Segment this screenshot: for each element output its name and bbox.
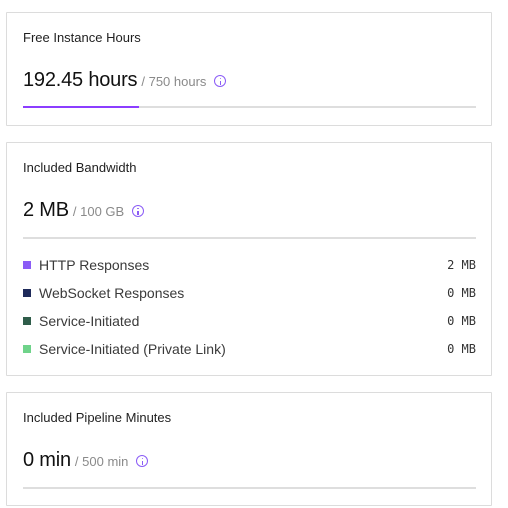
instance-hours-title: Free Instance Hours [23, 30, 141, 45]
legend-label: WebSocket Responses [39, 285, 185, 301]
instance-hours-progress-fill [23, 106, 140, 108]
instance-hours-card: Free Instance Hours 192.45 hours / 750 h… [6, 12, 492, 126]
instance-hours-metric: 192.45 hours / 750 hours [23, 69, 227, 92]
instance-hours-progress [23, 106, 476, 108]
legend-item-http: HTTP Responses 2 MB [23, 257, 476, 273]
private-link-swatch [23, 345, 31, 353]
bandwidth-metric: 2 MB / 100 GB [23, 199, 145, 222]
info-icon[interactable] [214, 75, 227, 87]
pipeline-used: 0 min [23, 449, 71, 471]
legend-value: 0 MB [447, 286, 476, 300]
pipeline-card: Included Pipeline Minutes 0 min / 500 mi… [6, 392, 492, 506]
legend-item-private-link: Service-Initiated (Private Link) 0 MB [23, 341, 476, 357]
service-initiated-swatch [23, 317, 31, 325]
bandwidth-limit: / 100 GB [72, 204, 125, 219]
legend-item-websocket: WebSocket Responses 0 MB [23, 285, 476, 301]
bandwidth-used: 2 MB [23, 199, 69, 221]
legend-label: Service-Initiated [39, 313, 140, 329]
bandwidth-card: Included Bandwidth 2 MB / 100 GB HTTP Re… [6, 142, 492, 376]
websocket-swatch [23, 289, 31, 297]
pipeline-limit: / 500 min [74, 454, 129, 469]
bandwidth-title: Included Bandwidth [23, 160, 137, 175]
info-icon[interactable] [132, 205, 145, 217]
instance-hours-limit: / 750 hours [141, 74, 207, 89]
bandwidth-divider [23, 237, 476, 239]
instance-hours-used: 192.45 hours [23, 69, 138, 91]
legend-label: HTTP Responses [39, 257, 150, 273]
legend-value: 0 MB [447, 342, 476, 356]
legend-item-service-initiated: Service-Initiated 0 MB [23, 313, 476, 329]
legend-label: Service-Initiated (Private Link) [39, 341, 226, 357]
info-icon[interactable] [136, 455, 149, 467]
pipeline-title: Included Pipeline Minutes [23, 410, 172, 425]
pipeline-metric: 0 min / 500 min [23, 449, 149, 472]
legend-value: 2 MB [447, 258, 476, 272]
pipeline-progress [23, 487, 476, 489]
http-swatch [23, 261, 31, 269]
legend-value: 0 MB [447, 314, 476, 328]
